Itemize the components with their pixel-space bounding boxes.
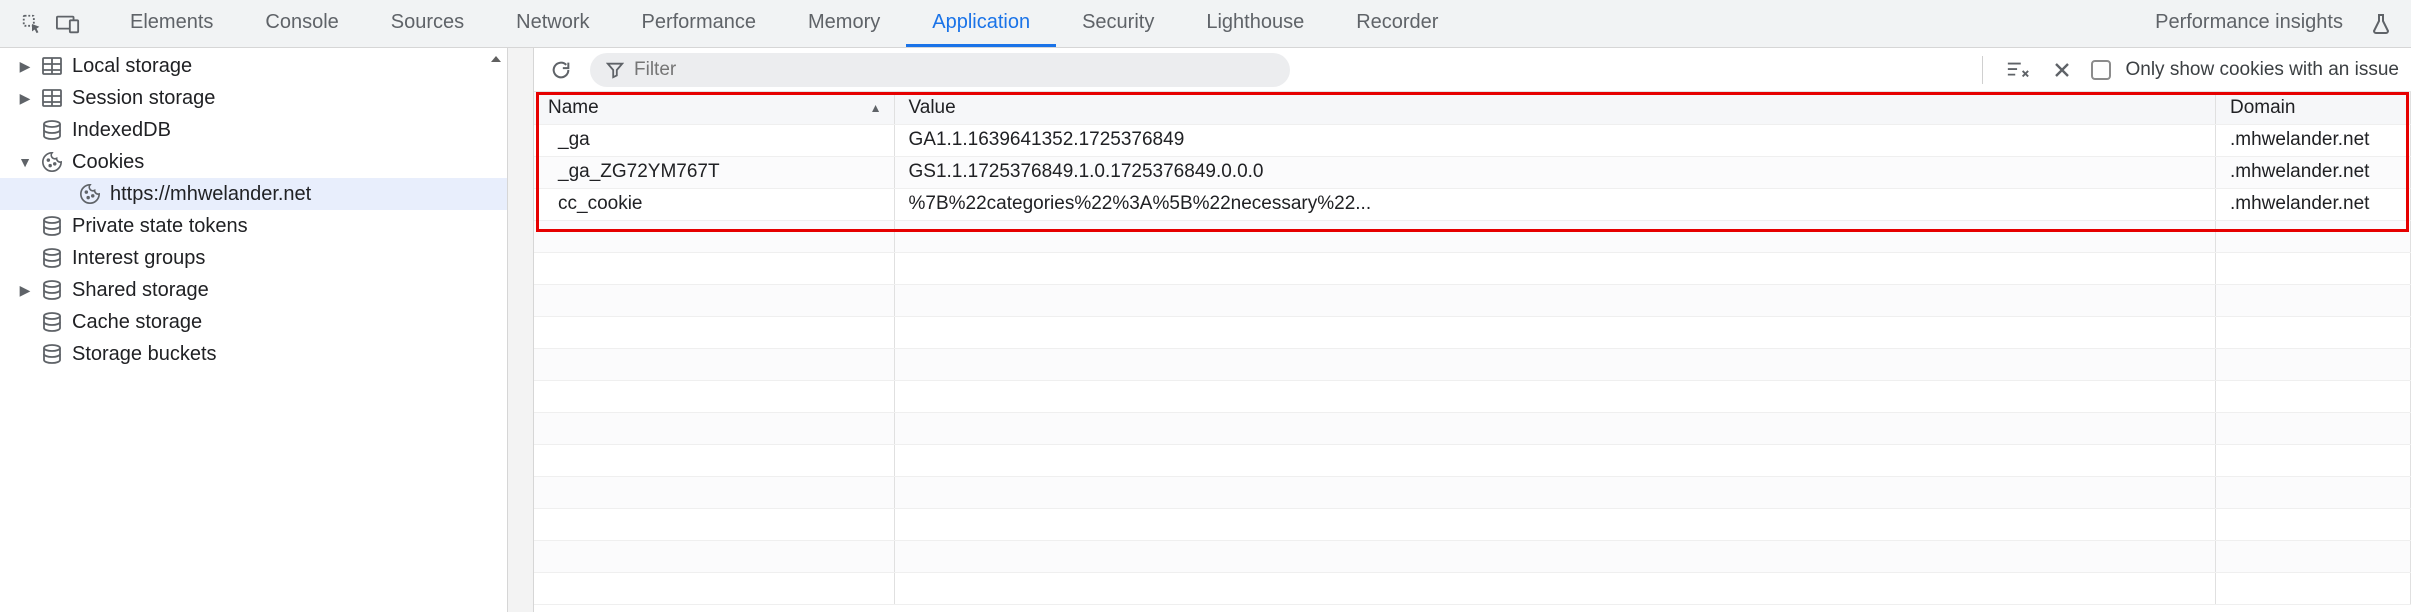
filter-input[interactable]	[634, 59, 1272, 81]
cookie-icon	[40, 150, 64, 174]
db-icon	[40, 118, 64, 142]
cell-domain: .mhwelander.net	[2216, 188, 2411, 220]
experiments-icon[interactable]	[2371, 13, 2391, 35]
column-header-domain[interactable]: Domain	[2216, 92, 2411, 124]
table-row-empty	[534, 508, 2411, 540]
toolbar-separator	[1982, 56, 1983, 84]
cell-domain: .mhwelander.net	[2216, 156, 2411, 188]
clear-filter-button[interactable]	[2003, 55, 2033, 85]
tab-lighthouse[interactable]: Lighthouse	[1180, 0, 1330, 47]
column-header-name[interactable]: Name ▲	[534, 92, 894, 124]
cell-value: GA1.1.1639641352.1725376849	[894, 124, 2216, 156]
db-icon	[40, 310, 64, 334]
only-issues-label: Only show cookies with an issue	[2125, 59, 2399, 81]
tree-item-label: Cache storage	[72, 311, 202, 334]
tree-item-label: Session storage	[72, 87, 215, 110]
table-row-empty	[534, 252, 2411, 284]
table-row-empty	[534, 444, 2411, 476]
inspect-element-icon[interactable]	[14, 6, 50, 42]
tab-elements[interactable]: Elements	[104, 0, 239, 47]
tree-item-label: Interest groups	[72, 247, 205, 270]
panel-resizer[interactable]	[508, 48, 534, 612]
tab-recorder[interactable]: Recorder	[1330, 0, 1464, 47]
table-row[interactable]: _ga_ZG72YM767TGS1.1.1725376849.1.0.17253…	[534, 156, 2411, 188]
tree-item-label: Shared storage	[72, 279, 209, 302]
tree-item[interactable]: Cache storage	[0, 306, 507, 338]
tree-item[interactable]: ▼ Cookies	[0, 146, 507, 178]
tab-performance[interactable]: Performance	[616, 0, 783, 47]
filter-icon	[606, 61, 624, 79]
table-row-empty	[534, 476, 2411, 508]
db-table-icon	[40, 54, 64, 78]
filter-field[interactable]	[590, 53, 1290, 87]
sort-asc-icon: ▲	[870, 101, 882, 115]
tree-item-label: Private state tokens	[72, 215, 248, 238]
tab-memory[interactable]: Memory	[782, 0, 906, 47]
tree-item[interactable]: IndexedDB	[0, 114, 507, 146]
tree-item[interactable]: Private state tokens	[0, 210, 507, 242]
cell-name: cc_cookie	[534, 188, 894, 220]
chevron-right-icon[interactable]: ▶	[18, 282, 32, 299]
cell-name: _ga	[534, 124, 894, 156]
devtools-tabstrip: Elements Console Sources Network Perform…	[0, 0, 2411, 48]
tree-item[interactable]: Storage buckets	[0, 338, 507, 370]
scroll-up-indicator[interactable]	[487, 54, 505, 64]
device-toolbar-icon[interactable]	[50, 6, 86, 42]
chevron-down-icon[interactable]: ▼	[18, 154, 32, 170]
tab-network[interactable]: Network	[490, 0, 615, 47]
chevron-right-icon[interactable]: ▶	[18, 90, 32, 107]
db-icon	[40, 246, 64, 270]
tree-item[interactable]: https://mhwelander.net	[0, 178, 507, 210]
table-row-empty	[534, 540, 2411, 572]
tree-item-label: Storage buckets	[72, 343, 217, 366]
cookies-panel: Only show cookies with an issue Name ▲ V…	[534, 48, 2411, 612]
only-issues-checkbox[interactable]	[2091, 60, 2111, 80]
tab-console[interactable]: Console	[239, 0, 364, 47]
table-row-empty	[534, 348, 2411, 380]
table-row-empty	[534, 412, 2411, 444]
tree-item[interactable]: Interest groups	[0, 242, 507, 274]
refresh-button[interactable]	[546, 55, 576, 85]
clear-all-button[interactable]	[2047, 55, 2077, 85]
tab-performance-insights[interactable]: Performance insights	[2155, 11, 2353, 37]
storage-tree-panel: ▶ Local storage ▶ Session storage IndexedDB ▼…	[0, 48, 508, 612]
tree-item[interactable]: ▶ Local storage	[0, 50, 507, 82]
table-row-empty	[534, 572, 2411, 604]
cell-name: _ga_ZG72YM767T	[534, 156, 894, 188]
tab-application[interactable]: Application	[906, 0, 1056, 47]
table-row-empty	[534, 284, 2411, 316]
tab-sources[interactable]: Sources	[365, 0, 490, 47]
tree-item-label: Local storage	[72, 55, 192, 78]
tab-security[interactable]: Security	[1056, 0, 1180, 47]
cookies-toolbar: Only show cookies with an issue	[534, 48, 2411, 92]
tree-item-label: IndexedDB	[72, 119, 171, 142]
cell-value: GS1.1.1725376849.1.0.1725376849.0.0.0	[894, 156, 2216, 188]
tree-item[interactable]: ▶ Session storage	[0, 82, 507, 114]
chevron-right-icon[interactable]: ▶	[18, 58, 32, 75]
table-row[interactable]: cc_cookie%7B%22categories%22%3A%5B%22nec…	[534, 188, 2411, 220]
table-row-empty	[534, 316, 2411, 348]
tree-item-label: https://mhwelander.net	[110, 183, 311, 206]
db-icon	[40, 278, 64, 302]
column-header-value[interactable]: Value	[894, 92, 2216, 124]
cell-value: %7B%22categories%22%3A%5B%22necessary%22…	[894, 188, 2216, 220]
table-row[interactable]: _gaGA1.1.1639641352.1725376849.mhwelande…	[534, 124, 2411, 156]
cookie-icon	[78, 182, 102, 206]
table-row-empty	[534, 380, 2411, 412]
tree-item-label: Cookies	[72, 151, 144, 174]
db-icon	[40, 214, 64, 238]
table-row-empty	[534, 220, 2411, 252]
db-table-icon	[40, 86, 64, 110]
tree-item[interactable]: ▶ Shared storage	[0, 274, 507, 306]
cookies-table: Name ▲ Value Domain _gaGA1.1.1639641352.…	[534, 92, 2411, 605]
db-icon	[40, 342, 64, 366]
cell-domain: .mhwelander.net	[2216, 124, 2411, 156]
